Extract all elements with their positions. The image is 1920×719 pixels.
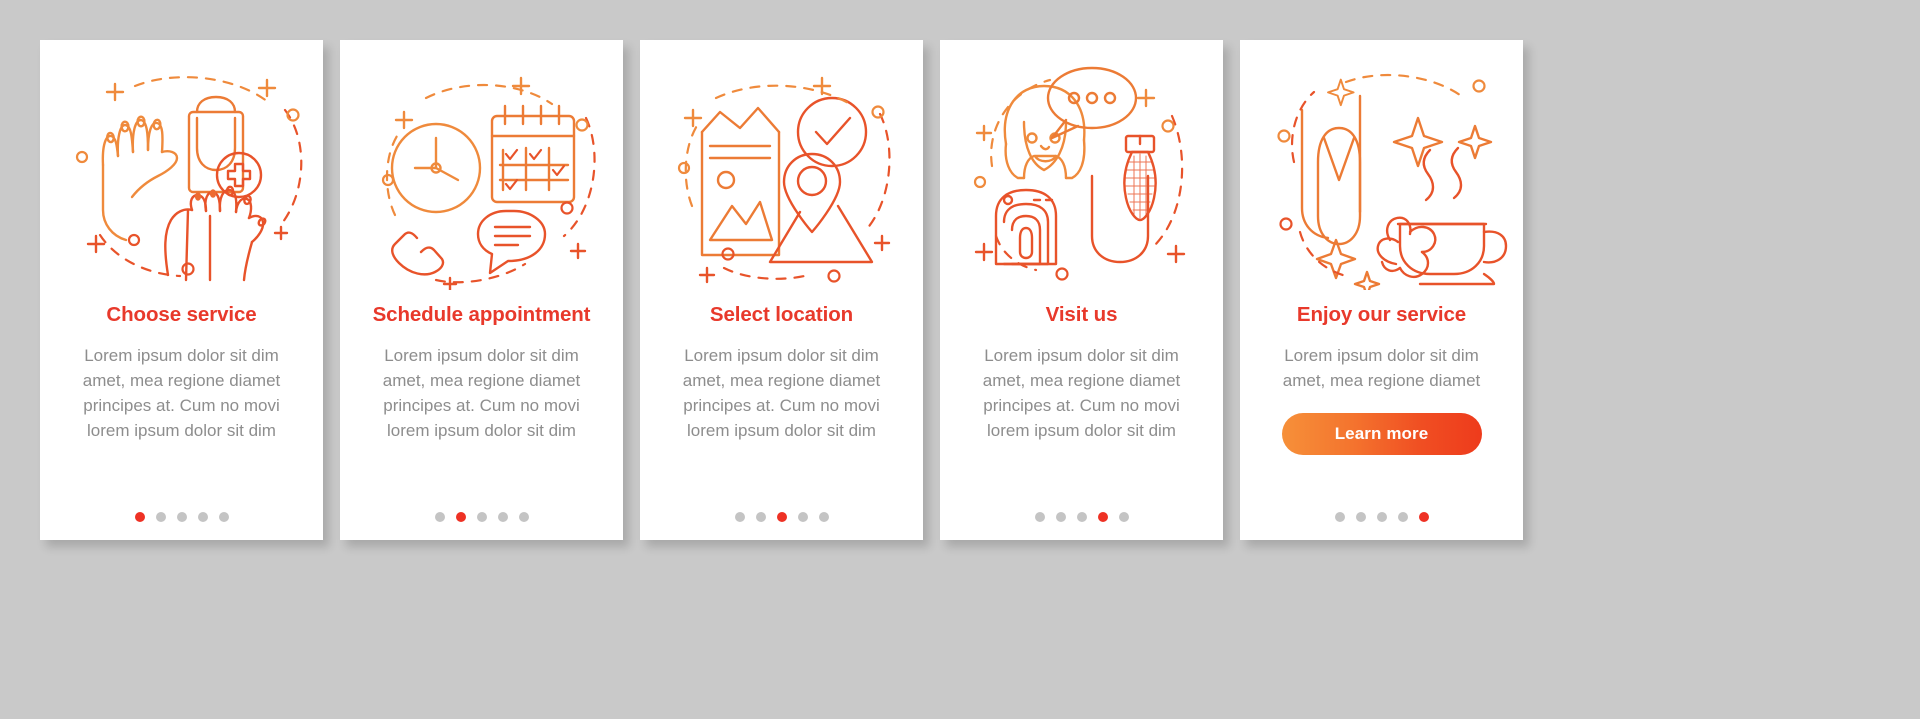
card-title: Schedule appointment (372, 303, 591, 326)
pagination-dot-4[interactable] (497, 512, 508, 522)
pagination-dot-2[interactable] (1355, 512, 1366, 522)
pagination-dot-3[interactable] (1376, 512, 1387, 522)
onboarding-card-enjoy-our-service[interactable]: Enjoy our service Lorem ipsum dolor sit … (1240, 40, 1523, 540)
pagination-dot-5[interactable] (1118, 512, 1129, 522)
pagination-dot-3[interactable] (1076, 512, 1087, 522)
card-body-text: Lorem ipsum dolor sit dim amet, mea regi… (82, 345, 281, 440)
onboarding-card-select-location[interactable]: Select location Lorem ipsum dolor sit di… (640, 40, 923, 540)
woman-fingerprint-nail-drill-icon (940, 40, 1223, 290)
pagination-dot-2[interactable] (755, 512, 766, 522)
pagination-dot-4[interactable] (197, 512, 208, 522)
pagination-dot-1[interactable] (434, 512, 445, 522)
pagination-dot-5[interactable] (218, 512, 229, 522)
pagination-dot-2[interactable] (1055, 512, 1066, 522)
card-title: Visit us (1045, 303, 1118, 326)
pagination-dot-3[interactable] (776, 512, 787, 522)
pagination-dot-4[interactable] (1397, 512, 1408, 522)
manicured-nail-tea-flower-icon (1240, 40, 1523, 290)
pagination-dot-1[interactable] (734, 512, 745, 522)
clock-calendar-phone-icon (340, 40, 623, 290)
pagination-dot-2[interactable] (155, 512, 166, 522)
pagination-dot-3[interactable] (476, 512, 487, 522)
pagination-dots[interactable] (40, 512, 323, 522)
pagination-dots[interactable] (640, 512, 923, 522)
hand-nail-feet-icon (40, 40, 323, 290)
pagination-dot-1[interactable] (134, 512, 145, 522)
pagination-dots[interactable] (1240, 512, 1523, 522)
onboarding-card-choose-service[interactable]: Choose service Lorem ipsum dolor sit dim… (40, 40, 323, 540)
card-body-text: Lorem ipsum dolor sit dim amet, mea regi… (982, 345, 1181, 440)
card-body-text: Lorem ipsum dolor sit dim amet, mea regi… (382, 345, 581, 440)
pagination-dot-1[interactable] (1034, 512, 1045, 522)
onboarding-cards-row: Choose service Lorem ipsum dolor sit dim… (40, 40, 1523, 540)
learn-more-button[interactable]: Learn more (1281, 412, 1482, 455)
pagination-dot-2[interactable] (455, 512, 466, 522)
pagination-dots[interactable] (340, 512, 623, 522)
pagination-dot-5[interactable] (1418, 512, 1429, 522)
card-title: Select location (709, 303, 854, 326)
pagination-dot-3[interactable] (176, 512, 187, 522)
card-body-text: Lorem ipsum dolor sit dim amet, mea regi… (682, 345, 881, 440)
pagination-dot-1[interactable] (1334, 512, 1345, 522)
pagination-dot-4[interactable] (1097, 512, 1108, 522)
pagination-dot-5[interactable] (518, 512, 529, 522)
onboarding-screens-stage: Choose service Lorem ipsum dolor sit dim… (0, 0, 1920, 719)
onboarding-card-visit-us[interactable]: Visit us Lorem ipsum dolor sit dim amet,… (940, 40, 1223, 540)
brochure-check-map-pin-icon (640, 40, 923, 290)
card-title: Enjoy our service (1296, 303, 1467, 326)
card-title: Choose service (106, 303, 257, 326)
pagination-dot-5[interactable] (818, 512, 829, 522)
card-body-text: Lorem ipsum dolor sit dim amet, mea regi… (1282, 345, 1481, 390)
onboarding-card-schedule-appointment[interactable]: Schedule appointment Lorem ipsum dolor s… (340, 40, 623, 540)
pagination-dots[interactable] (940, 512, 1223, 522)
pagination-dot-4[interactable] (797, 512, 808, 522)
